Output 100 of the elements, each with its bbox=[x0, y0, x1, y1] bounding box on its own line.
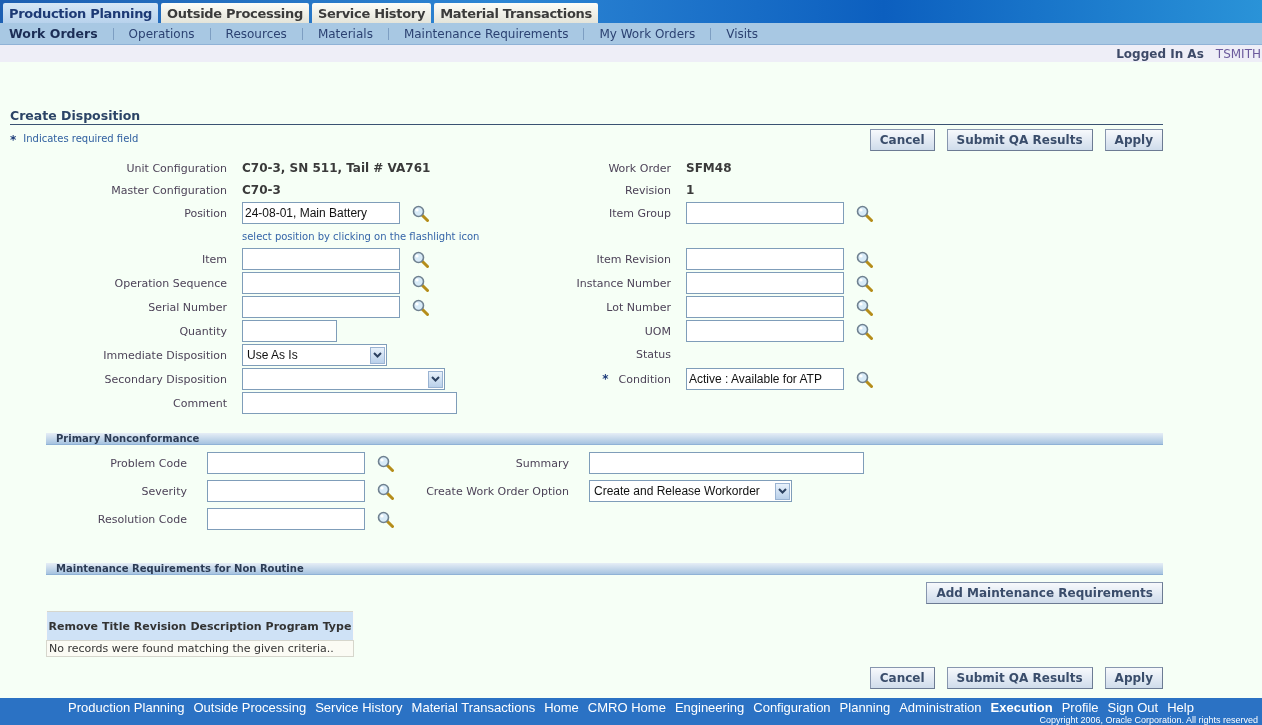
field-label: Immediate Disposition bbox=[103, 348, 227, 362]
dropdown[interactable]: Use As Is bbox=[242, 344, 387, 366]
search-icon[interactable] bbox=[856, 274, 873, 292]
field-label: Unit Configuration bbox=[126, 161, 227, 175]
section-header: Maintenance Requirements for Non Routine bbox=[46, 563, 1163, 575]
footer-link[interactable]: Material Transactions bbox=[411, 700, 536, 715]
text-field[interactable] bbox=[207, 452, 365, 474]
text-field[interactable] bbox=[686, 320, 844, 342]
footer-link[interactable]: Production Planning bbox=[68, 700, 185, 715]
hint-text: select position by clicking on the flashlight icon bbox=[242, 230, 480, 242]
footer-link[interactable]: Help bbox=[1167, 700, 1194, 715]
tab[interactable]: Material Transactions bbox=[434, 3, 598, 23]
footer-link[interactable]: Profile bbox=[1061, 700, 1099, 715]
tab[interactable]: Service History bbox=[311, 3, 432, 23]
field-label: UOM bbox=[644, 324, 671, 338]
sub-tab[interactable]: Work Orders bbox=[9, 27, 113, 40]
search-icon[interactable] bbox=[412, 298, 429, 316]
column-header: Program Type bbox=[263, 611, 354, 641]
search-icon[interactable] bbox=[856, 250, 873, 268]
field-label: Create Work Order Option bbox=[426, 484, 569, 498]
footer-link[interactable]: CMRO Home bbox=[587, 700, 666, 715]
text-field[interactable] bbox=[242, 272, 400, 294]
field-label: Position bbox=[184, 206, 227, 220]
search-icon[interactable] bbox=[856, 204, 873, 222]
search-icon[interactable] bbox=[377, 510, 394, 528]
column-header: Description bbox=[188, 611, 264, 641]
required-legend: Indicates required field bbox=[23, 133, 139, 147]
text-field[interactable] bbox=[686, 248, 844, 270]
field-label: Item bbox=[201, 252, 227, 266]
search-icon[interactable] bbox=[412, 274, 429, 292]
footer-link[interactable]: Administration bbox=[899, 700, 982, 715]
footer-link[interactable]: Execution bbox=[990, 700, 1053, 715]
dropdown[interactable]: Create and Release Workorder bbox=[589, 480, 792, 502]
footer-link[interactable]: Engineering bbox=[674, 700, 745, 715]
footer-link[interactable]: Outside Processing bbox=[193, 700, 307, 715]
field-label: Problem Code bbox=[110, 456, 187, 470]
search-icon[interactable] bbox=[856, 298, 873, 316]
footer-link[interactable]: Planning bbox=[839, 700, 891, 715]
sub-tab[interactable]: Visits bbox=[710, 27, 774, 40]
action-button[interactable]: Submit QA Results bbox=[946, 129, 1093, 151]
sub-tab[interactable]: Operations bbox=[112, 27, 210, 40]
field-label: Secondary Disposition bbox=[104, 372, 227, 386]
column-header: Title bbox=[100, 611, 132, 641]
sub-tab[interactable]: My Work Orders bbox=[583, 27, 711, 40]
add-button[interactable]: Add Maintenance Requirements bbox=[926, 582, 1163, 604]
field-label: Master Configuration bbox=[111, 183, 227, 197]
user-label: Logged In As bbox=[1116, 46, 1204, 61]
field-label: Operation Sequence bbox=[114, 276, 227, 290]
action-button[interactable]: Submit QA Results bbox=[946, 667, 1093, 689]
field-label: Summary bbox=[515, 456, 569, 470]
action-button[interactable]: Cancel bbox=[869, 129, 935, 151]
field-label: Resolution Code bbox=[97, 512, 187, 526]
field-label: Comment bbox=[173, 396, 227, 410]
field-label: Condition bbox=[618, 372, 671, 386]
footer-link[interactable]: Sign Out bbox=[1107, 700, 1159, 715]
tab[interactable]: Outside Processing bbox=[161, 3, 309, 23]
text-field[interactable] bbox=[242, 248, 400, 270]
search-icon[interactable] bbox=[856, 322, 873, 340]
text-field[interactable] bbox=[686, 272, 844, 294]
field-label: Serial Number bbox=[148, 300, 227, 314]
field-label: Instance Number bbox=[576, 276, 671, 290]
action-button[interactable]: Apply bbox=[1104, 129, 1163, 151]
dropdown[interactable] bbox=[242, 368, 445, 390]
footer-link[interactable]: Home bbox=[544, 700, 579, 715]
footer-link[interactable]: Configuration bbox=[753, 700, 831, 715]
field-label: Work Order bbox=[608, 161, 671, 175]
required-mark: * bbox=[10, 133, 17, 147]
text-field[interactable]: Active : Available for ATP bbox=[686, 368, 844, 390]
text-field[interactable] bbox=[207, 508, 365, 530]
search-icon[interactable] bbox=[856, 370, 873, 388]
field-label: Quantity bbox=[179, 324, 227, 338]
text-field[interactable]: 24-08-01, Main Battery bbox=[242, 202, 400, 224]
sub-tab[interactable]: Materials bbox=[301, 27, 388, 40]
field-label: Severity bbox=[141, 484, 187, 498]
search-icon[interactable] bbox=[412, 250, 429, 268]
action-button[interactable]: Cancel bbox=[869, 667, 935, 689]
text-field[interactable] bbox=[589, 452, 864, 474]
action-button[interactable]: Apply bbox=[1104, 667, 1163, 689]
empty-message: No records were found matching the given criteria.. bbox=[46, 640, 354, 657]
sub-tab[interactable]: Maintenance Requirements bbox=[387, 27, 584, 40]
search-icon[interactable] bbox=[377, 482, 394, 500]
footer-link[interactable]: Service History bbox=[315, 700, 403, 715]
field-label: Lot Number bbox=[606, 300, 671, 314]
copyright-text: Copyright 2006, Oracle Corporation. All rights reserved bbox=[1039, 715, 1258, 725]
text-field[interactable] bbox=[686, 296, 844, 318]
text-field[interactable] bbox=[242, 296, 400, 318]
text-field[interactable] bbox=[207, 480, 365, 502]
section-header: Primary Nonconformance bbox=[46, 433, 1163, 445]
sub-tab[interactable]: Resources bbox=[209, 27, 302, 40]
field-value: C70-3, SN 511, Tail # VA761 bbox=[242, 161, 431, 175]
field-label: Item Revision bbox=[596, 252, 671, 266]
column-header: Remove bbox=[46, 611, 101, 641]
field-label: Revision bbox=[625, 183, 671, 197]
text-field[interactable] bbox=[242, 392, 457, 414]
text-field[interactable] bbox=[686, 202, 844, 224]
text-field[interactable] bbox=[242, 320, 337, 342]
field-value: C70-3 bbox=[242, 183, 281, 197]
tab[interactable]: Production Planning bbox=[3, 3, 159, 23]
search-icon[interactable] bbox=[412, 204, 429, 222]
search-icon[interactable] bbox=[377, 454, 394, 472]
